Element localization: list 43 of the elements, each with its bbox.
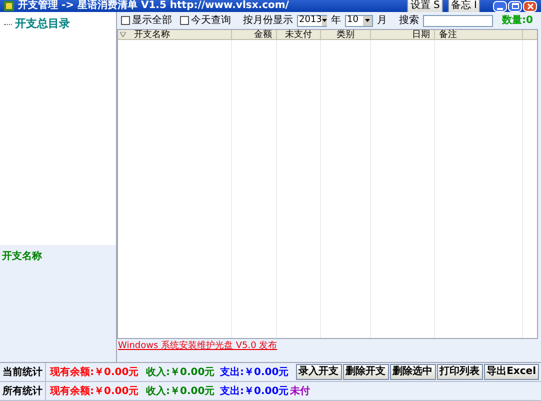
count-label: 数量:0 (502, 14, 533, 28)
year-dropdown[interactable]: 2013 (297, 14, 327, 26)
income-text: 收入:￥0.00元 (146, 366, 216, 380)
year-unit: 年 (331, 14, 341, 28)
minimize-button[interactable] (493, 0, 507, 12)
checkbox[interactable] (180, 16, 189, 25)
column-header[interactable]: 备注 (435, 30, 523, 39)
caret-icon (322, 19, 327, 22)
action-button[interactable]: 删除开支 (342, 364, 389, 380)
action-button[interactable]: 导出Excel (484, 364, 539, 380)
search-label: 搜索 (399, 14, 419, 28)
news-link[interactable]: Windows 系统安装维护光盘 V5.0 发布 (118, 340, 278, 354)
column-header[interactable]: 日期 (371, 30, 435, 39)
close-icon (526, 2, 534, 10)
unpaid-text: 未付 (290, 384, 310, 398)
action-button[interactable]: 录入开支 (296, 364, 342, 380)
checkbox-label: 显示全部 (132, 14, 172, 28)
stats-label: 所有统计 (0, 382, 46, 400)
expense-text: 支出:￥0.00元 (220, 366, 290, 380)
month-dropdown[interactable]: 10 (345, 14, 373, 26)
close-button[interactable] (523, 0, 537, 12)
action-button[interactable]: 删除选中 (390, 364, 436, 380)
column-header[interactable]: 金额 (232, 30, 277, 39)
tree-item[interactable]: 开支总目录 (14, 16, 71, 32)
column-header[interactable]: 类别 (321, 30, 371, 39)
checkbox-label: 今天查询 (191, 14, 231, 28)
income-text: 收入:￥0.00元 (146, 384, 216, 398)
column-header[interactable]: 未支付 (277, 30, 321, 39)
app-icon (4, 1, 14, 11)
action-button[interactable]: 打印列表 (436, 364, 483, 380)
maximize-button[interactable] (508, 0, 522, 12)
stats-label: 当前统计 (0, 363, 46, 381)
balance-text: 现有余额:￥0.00元 (50, 365, 140, 380)
balance-text: 现有余额:￥0.00元 (50, 384, 140, 398)
checkbox[interactable] (121, 16, 130, 25)
month-unit: 月 (377, 14, 387, 28)
expense-text: 支出:￥0.00元 (220, 384, 290, 398)
column-header[interactable]: 开支名称 (118, 30, 232, 39)
search-field[interactable] (423, 14, 493, 26)
caret-icon (365, 19, 370, 22)
detail-label: 开支名称 (2, 251, 42, 262)
sort-icon (120, 32, 126, 37)
month-label: 按月份显示 (243, 14, 293, 28)
